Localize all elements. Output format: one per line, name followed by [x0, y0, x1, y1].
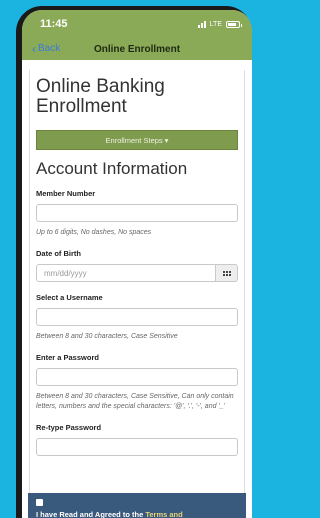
username-label: Select a Username: [36, 293, 103, 302]
enrollment-steps-label: Enrollment Steps: [105, 135, 163, 145]
navigation-bar: ‹ Back Online Enrollment: [22, 38, 252, 60]
username-input[interactable]: [36, 308, 238, 326]
password-input[interactable]: [36, 368, 238, 386]
date-of-birth-input[interactable]: mm/dd/yyyy: [36, 264, 216, 282]
back-button[interactable]: ‹ Back: [32, 41, 61, 56]
enrollment-form: Online Banking Enrollment Enrollment Ste…: [29, 70, 245, 518]
member-number-input[interactable]: [36, 204, 238, 222]
signal-icon: [197, 20, 206, 28]
caret-down-icon: ▾: [164, 135, 169, 145]
enrollment-steps-button[interactable]: Enrollment Steps ▾: [36, 130, 238, 150]
battery-icon: [226, 20, 242, 28]
calendar-button[interactable]: [216, 264, 238, 282]
section-title: Account Information: [36, 159, 188, 178]
retype-password-label: Re-type Password: [36, 423, 102, 432]
status-bar: 11:45 LTE: [22, 10, 252, 38]
terms-checkbox[interactable]: [36, 499, 43, 506]
password-label: Enter a Password: [36, 353, 99, 362]
phone-frame: 11:45 LTE ‹ Back Online Enrollment Onlin…: [16, 6, 252, 518]
page-title: Online Banking Enrollment: [36, 76, 165, 117]
terms-text: I have Read and Agreed to the Terms and: [36, 510, 238, 518]
member-number-hint: Up to 6 digits, No dashes, No spaces: [36, 229, 152, 236]
page-content: Online Banking Enrollment Enrollment Ste…: [22, 60, 252, 518]
retype-password-input[interactable]: [36, 438, 238, 456]
back-label: Back: [38, 43, 61, 54]
terms-link[interactable]: Terms and: [145, 510, 182, 518]
screen: 11:45 LTE ‹ Back Online Enrollment Onlin…: [22, 10, 252, 518]
username-hint: Between 8 and 30 characters, Case Sensit…: [36, 333, 178, 340]
status-indicators: LTE: [197, 20, 242, 28]
date-of-birth-group: mm/dd/yyyy: [36, 264, 238, 282]
terms-agreement: I have Read and Agreed to the Terms and: [28, 493, 246, 518]
password-hint: Between 8 and 30 characters, Case Sensit…: [36, 393, 234, 410]
terms-statement: I have Read and Agreed to the: [36, 510, 146, 518]
network-type: LTE: [209, 20, 222, 28]
status-time: 11:45: [40, 18, 68, 30]
chevron-left-icon: ‹: [32, 41, 36, 56]
member-number-label: Member Number: [36, 189, 96, 198]
date-of-birth-label: Date of Birth: [36, 249, 81, 258]
calendar-grid-icon: [222, 270, 231, 276]
